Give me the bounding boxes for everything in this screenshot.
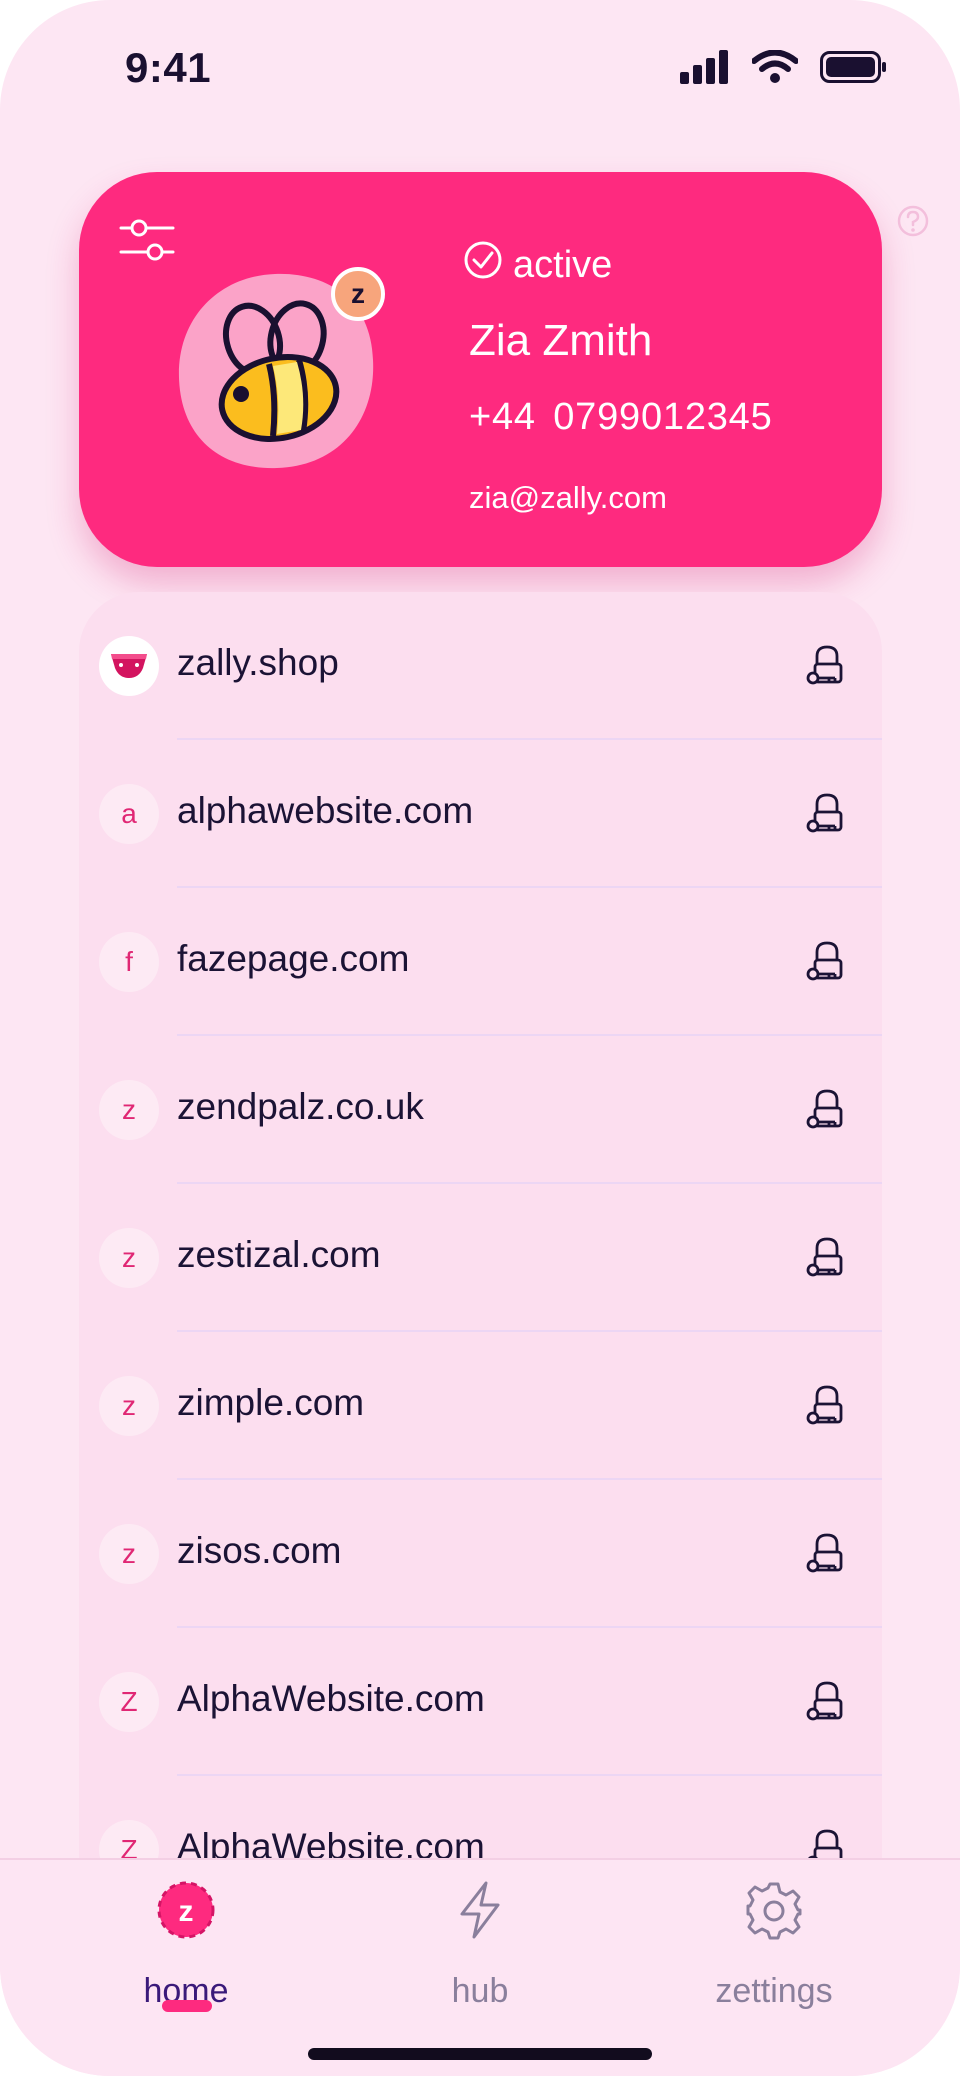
- site-initial: Z: [99, 1672, 159, 1732]
- battery-icon: [820, 51, 886, 88]
- site-initial: z: [99, 1228, 159, 1288]
- user-name: Zia Zmith: [469, 316, 653, 365]
- z-logo-icon: z: [156, 1880, 216, 1945]
- site-label: zisos.com: [177, 1530, 342, 1571]
- site-initial: z: [99, 1376, 159, 1436]
- site-initial: z: [99, 1080, 159, 1140]
- site-label: zally.shop: [177, 642, 339, 683]
- home-indicator: [308, 2048, 652, 2060]
- nav-hub-label: hub: [451, 1972, 509, 2010]
- list-item[interactable]: z zestizal.com: [79, 1184, 882, 1332]
- status-time: 9:41: [125, 44, 212, 91]
- lock-key-icon[interactable]: [805, 1530, 845, 1574]
- site-list[interactable]: zally.shop a alphawebsite.com f fazepage…: [79, 592, 882, 1912]
- check-circle-icon: [463, 240, 503, 290]
- shop-logo: [99, 636, 159, 696]
- nav-hub[interactable]: hub: [380, 1880, 580, 2010]
- list-item[interactable]: z zimple.com: [79, 1332, 882, 1480]
- list-item[interactable]: z zisos.com: [79, 1480, 882, 1628]
- lock-key-icon[interactable]: [805, 1678, 845, 1722]
- site-initial: f: [99, 932, 159, 992]
- bottom-nav: z home hub zettings: [0, 1858, 960, 2076]
- status-label: active: [513, 243, 613, 286]
- site-initial: a: [99, 784, 159, 844]
- nav-home[interactable]: z home: [86, 1880, 286, 2010]
- list-item[interactable]: f fazepage.com: [79, 888, 882, 1036]
- list-item[interactable]: a alphawebsite.com: [79, 740, 882, 888]
- status-icons: [680, 49, 886, 89]
- help-icon[interactable]: [896, 204, 930, 238]
- user-phone: +44 0799012345: [469, 396, 773, 438]
- filter-icon[interactable]: [119, 212, 175, 268]
- lock-key-icon[interactable]: [805, 642, 845, 686]
- site-label: zimple.com: [177, 1382, 365, 1423]
- lock-key-icon[interactable]: [805, 1234, 845, 1278]
- lock-key-icon[interactable]: [805, 1382, 845, 1426]
- nav-settings[interactable]: zettings: [674, 1880, 874, 2010]
- site-label: zendpalz.co.uk: [177, 1086, 424, 1127]
- lock-key-icon[interactable]: [805, 938, 845, 982]
- nav-settings-label: zettings: [715, 1972, 833, 2010]
- active-tab-indicator: [162, 2000, 212, 2012]
- gear-icon: [744, 1880, 804, 1945]
- list-item[interactable]: zally.shop: [79, 592, 882, 740]
- list-item[interactable]: z zendpalz.co.uk: [79, 1036, 882, 1184]
- profile-card[interactable]: z active Zia Zmith +44 0799012345 zia@za…: [79, 172, 882, 567]
- signal-icon: [680, 50, 730, 89]
- site-label: AlphaWebsite.com: [177, 1678, 485, 1719]
- svg-text:z: z: [179, 1895, 194, 1928]
- site-label: alphawebsite.com: [177, 790, 474, 831]
- site-initial: z: [99, 1524, 159, 1584]
- z-badge: z: [331, 267, 385, 321]
- site-label: zestizal.com: [177, 1234, 381, 1275]
- list-item[interactable]: Z AlphaWebsite.com: [79, 1628, 882, 1776]
- user-email: zia@zally.com: [469, 480, 667, 515]
- site-label: fazepage.com: [177, 938, 410, 979]
- phone-screen: 9:41 z active Zia Zmith +44 0799012345 z…: [0, 0, 960, 2076]
- wifi-icon: [751, 49, 799, 89]
- lock-key-icon[interactable]: [805, 790, 845, 834]
- status-row: active: [463, 240, 612, 290]
- lightning-icon: [454, 1880, 506, 1945]
- lock-key-icon[interactable]: [805, 1086, 845, 1130]
